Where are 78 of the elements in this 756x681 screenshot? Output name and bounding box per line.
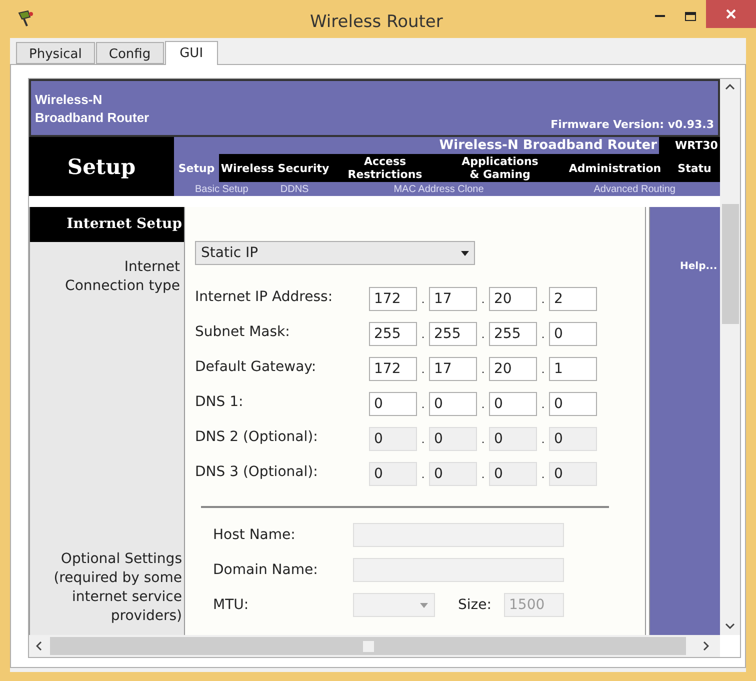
help-link[interactable]: Help...: [680, 259, 720, 274]
connection-type-dropdown[interactable]: Static IP: [195, 241, 475, 265]
dropdown-arrow-icon: [420, 602, 428, 608]
scroll-down-icon[interactable]: [725, 623, 735, 629]
ip-octet-field[interactable]: 20: [489, 287, 537, 311]
field-label: MTU:: [212, 596, 250, 614]
tab[interactable]: Physical: [16, 42, 95, 64]
scroll-up-icon[interactable]: [725, 84, 735, 90]
scroll-right-icon[interactable]: [703, 641, 709, 651]
field-label: Subnet Mask:: [195, 322, 291, 342]
ip-octet-field[interactable]: 0: [369, 392, 417, 416]
octet-dot: .: [541, 466, 545, 483]
firmware-version: Firmware Version: v0.93.3: [550, 116, 714, 132]
field-label: Size:: [458, 596, 492, 614]
product-name: Wireless-N Broadband Router: [438, 137, 658, 154]
octet-dot: .: [421, 431, 425, 448]
ip-octet-field[interactable]: 0: [549, 322, 597, 346]
brand-name: Broadband Router: [35, 109, 150, 127]
field-label: Host Name:: [212, 526, 296, 544]
octet-dot: .: [541, 291, 545, 308]
octet-dot: .: [421, 361, 425, 378]
app-icon: [16, 9, 36, 27]
ip-octet-field[interactable]: 0: [429, 392, 477, 416]
field-label: Domain Name:: [212, 560, 319, 580]
tab[interactable]: Config: [96, 42, 164, 64]
ip-octet-field[interactable]: 255: [489, 322, 537, 346]
ip-octet-field[interactable]: 0: [489, 392, 537, 416]
horizontal-scrollbar[interactable]: [29, 635, 720, 657]
field-label: DNS 3 (Optional):: [195, 462, 319, 482]
octet-dot: .: [541, 431, 545, 448]
octet-dot: .: [481, 291, 485, 308]
optional-settings-label: Optional Settings (required by some internet service providers): [52, 550, 183, 626]
octet-dot: .: [421, 466, 425, 483]
octet-dot: .: [541, 396, 545, 413]
octet-dot: .: [481, 431, 485, 448]
octet-dot: .: [481, 466, 485, 483]
octet-dot: .: [421, 396, 425, 413]
octet-dot: .: [541, 326, 545, 343]
field-label: Default Gateway:: [195, 358, 318, 376]
ip-octet-field[interactable]: 172: [369, 287, 417, 311]
subnav-link[interactable]: MAC Address Clone: [394, 182, 484, 196]
octet-dot: .: [481, 361, 485, 378]
ip-octet-field[interactable]: 172: [369, 357, 417, 381]
dropdown-arrow-icon: [461, 250, 469, 256]
ip-octet-field[interactable]: 17: [429, 287, 477, 311]
ip-octet-field[interactable]: 255: [429, 322, 477, 346]
window-title: Wireless Router: [310, 11, 443, 34]
scroll-thumb[interactable]: [722, 204, 738, 324]
close-icon[interactable]: [726, 9, 736, 19]
section-title: Setup: [66, 152, 137, 181]
connection-type-label: Internet Connection type: [64, 258, 181, 296]
octet-dot: .: [481, 396, 485, 413]
ip-octet-field[interactable]: 255: [369, 322, 417, 346]
octet-dot: .: [421, 326, 425, 343]
ip-octet-field[interactable]: 0: [549, 392, 597, 416]
field-label: DNS 2 (Optional):: [195, 428, 319, 446]
subnav-link[interactable]: DDNS: [280, 182, 309, 196]
model-name: WRT30: [659, 137, 720, 154]
field-label: Internet IP Address:: [195, 288, 334, 306]
tab[interactable]: GUI: [164, 41, 218, 65]
sidebar-heading: Internet Setup: [30, 207, 184, 242]
field-label: DNS 1:: [195, 392, 244, 412]
nav-tab[interactable]: Setup: [174, 154, 219, 182]
subnav-link[interactable]: Basic Setup: [195, 182, 248, 196]
vertical-scrollbar[interactable]: [720, 79, 740, 635]
ip-octet-field[interactable]: 1: [549, 357, 597, 381]
brand-name: Wireless-N: [35, 91, 104, 109]
scroll-thumb[interactable]: [50, 637, 686, 655]
ip-octet-field[interactable]: 17: [429, 357, 477, 381]
octet-dot: .: [481, 326, 485, 343]
scroll-left-icon[interactable]: [36, 641, 42, 651]
octet-dot: .: [541, 361, 545, 378]
octet-dot: .: [421, 291, 425, 308]
close-button[interactable]: [706, 0, 756, 28]
ip-octet-field[interactable]: 20: [489, 357, 537, 381]
grip-icon: [362, 640, 374, 652]
ip-octet-field[interactable]: 2: [549, 287, 597, 311]
subnav-link[interactable]: Advanced Routing: [594, 182, 676, 196]
